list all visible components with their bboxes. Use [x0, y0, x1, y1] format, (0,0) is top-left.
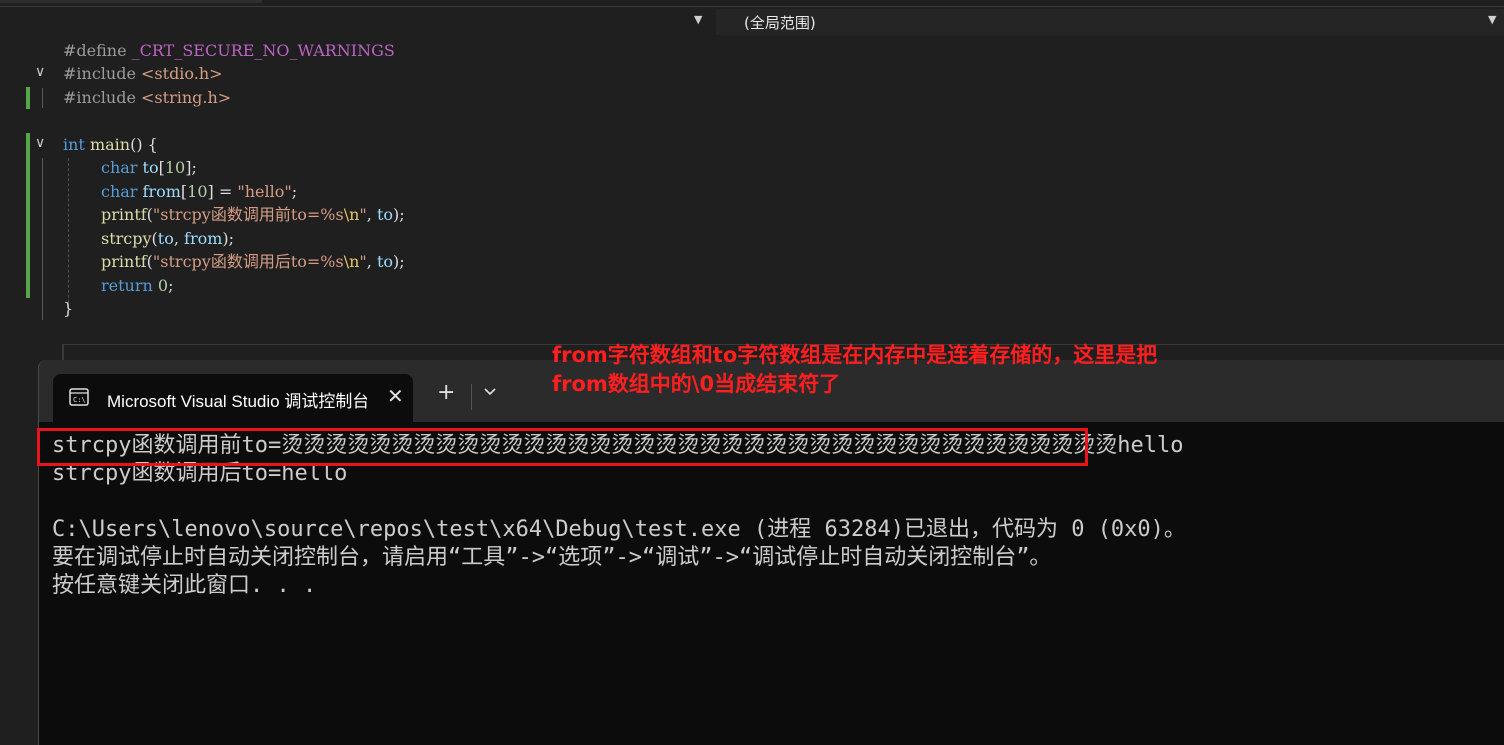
code-line-7: char from[10] = "hello";	[101, 182, 298, 201]
code-editor[interactable]: ∨ ∨ #define _CRT_SECURE_NO_WARNINGS #inc…	[0, 38, 1504, 369]
code-line-8: printf("strcpy函数调用前to=%s\n", to);	[101, 205, 405, 224]
fold-guide	[42, 88, 43, 108]
tab-separator	[471, 384, 472, 410]
console-tab[interactable]: C:\ Microsoft Visual Studio 调试控制台 ✕	[53, 374, 413, 422]
scope-dropdown[interactable]: (全局范围) ▼	[716, 9, 1504, 35]
change-marker	[26, 87, 30, 109]
svg-text:C:\: C:\	[73, 396, 86, 404]
chevron-down-icon[interactable]: ▼	[1488, 13, 1496, 26]
code-line-3: #include <string.h>	[63, 88, 232, 107]
debug-console-window: C:\ Microsoft Visual Studio 调试控制台 ✕ + st…	[38, 360, 1504, 745]
change-marker	[26, 133, 30, 298]
fold-guide	[42, 158, 43, 320]
navigation-bar: ▼ (全局范围) ▼	[0, 7, 1504, 37]
code-line-10: printf("strcpy函数调用后to=%s\n", to);	[101, 252, 405, 271]
chevron-down-icon[interactable]: ▼	[694, 13, 702, 26]
code-line-1: #define _CRT_SECURE_NO_WARNINGS	[63, 41, 395, 60]
console-line: C:\Users\lenovo\source\repos\test\x64\De…	[52, 517, 1186, 542]
document-tab-hint	[0, 0, 262, 3]
console-app-icon: C:\	[69, 388, 89, 406]
code-line-9: strcpy(to, from);	[101, 229, 235, 248]
code-line-6: char to[10];	[101, 158, 197, 177]
code-line-5: int main() {	[63, 135, 158, 154]
annotation-line-1: from字符数组和to字符数组是在内存中是连着存储的，这里是把	[552, 343, 1158, 367]
highlight-box	[37, 428, 1088, 466]
indent-guide	[68, 158, 69, 308]
console-tab-title: Microsoft Visual Studio 调试控制台	[107, 392, 367, 411]
project-dropdown[interactable]: ▼	[0, 9, 708, 35]
code-line-11: return 0;	[101, 276, 174, 295]
code-line-12: }	[63, 299, 74, 318]
chevron-down-icon[interactable]	[483, 384, 497, 398]
annotation-note: from字符数组和to字符数组是在内存中是连着存储的，这里是把 from数组中的…	[552, 341, 1157, 399]
console-output[interactable]: strcpy函数调用前to=烫烫烫烫烫烫烫烫烫烫烫烫烫烫烫烫烫烫烫烫烫烫烫烫烫烫…	[39, 422, 1504, 745]
close-icon[interactable]: ✕	[387, 384, 404, 408]
code-line-2: #include <stdio.h>	[63, 64, 223, 83]
console-line: 按任意键关闭此窗口. . .	[52, 573, 317, 598]
fold-chevron-icon[interactable]: ∨	[35, 135, 45, 151]
console-line: 要在调试停止时自动关闭控制台，请启用“工具”->“选项”->“调试”->“调试停…	[52, 545, 1052, 570]
scope-label: (全局范围)	[744, 14, 816, 32]
fold-chevron-icon[interactable]: ∨	[35, 64, 45, 80]
top-strip	[0, 0, 1504, 7]
new-tab-button[interactable]: +	[437, 382, 455, 404]
annotation-line-2: from数组中的\0当成结束符了	[552, 372, 841, 396]
